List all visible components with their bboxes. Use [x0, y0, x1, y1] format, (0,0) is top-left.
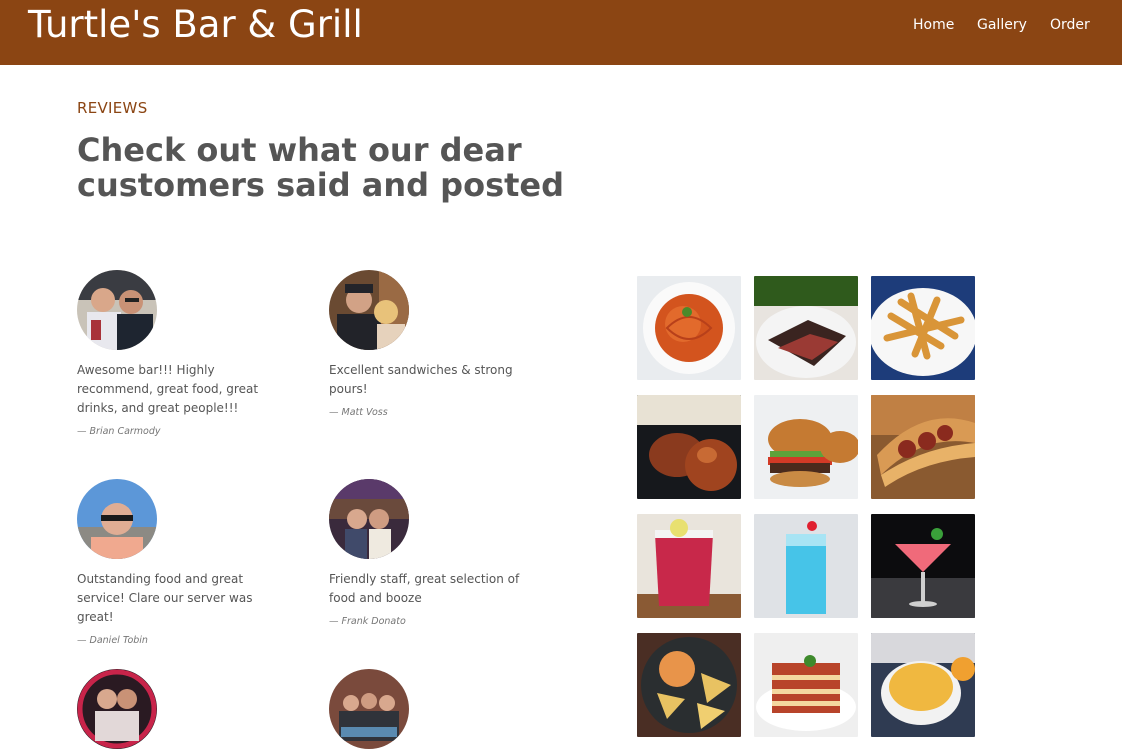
review-card: Excellent sandwiches & strong pours! — M…	[329, 270, 544, 418]
gallery-spaghetti-photo[interactable]	[637, 276, 741, 380]
nav-link-order[interactable]: Order	[1050, 17, 1090, 33]
review-card: Awesome bar!!! Highly recommend, great f…	[77, 270, 292, 437]
brand-logo-text[interactable]: Turtle's Bar & Grill	[28, 2, 363, 48]
review-text: Excellent sandwiches & strong pours!	[329, 363, 513, 396]
review-card	[329, 669, 544, 749]
reviewer-avatar	[329, 270, 409, 350]
reviewer-avatar	[77, 479, 157, 559]
top-navbar: Turtle's Bar & Grill Home Gallery Order	[0, 0, 1122, 65]
gallery-mac-and-cheese-photo[interactable]	[871, 633, 975, 737]
review-author: — Matt Voss	[329, 407, 388, 418]
reviewer-avatar	[77, 669, 157, 749]
review-text: Awesome bar!!! Highly recommend, great f…	[77, 363, 259, 415]
gallery-burger-photo[interactable]	[754, 395, 858, 499]
reviewer-avatar	[77, 270, 157, 350]
section-label: REVIEWS	[77, 99, 148, 117]
gallery-meatball-sub-photo[interactable]	[871, 395, 975, 499]
gallery-nachos-photo[interactable]	[637, 633, 741, 737]
review-author: — Daniel Tobin	[77, 635, 148, 646]
review-author: — Brian Carmody	[77, 426, 161, 437]
gallery-blue-drink-photo[interactable]	[754, 514, 858, 618]
gallery-martini-photo[interactable]	[871, 514, 975, 618]
review-author: — Frank Donato	[329, 616, 406, 627]
review-card: Outstanding food and great service! Clar…	[77, 479, 292, 646]
nav-link-gallery[interactable]: Gallery	[977, 17, 1027, 33]
gallery-lasagna-photo[interactable]	[754, 633, 858, 737]
gallery-red-cocktail-photo[interactable]	[637, 514, 741, 618]
nav-link-home[interactable]: Home	[913, 17, 954, 33]
gallery-fries-photo[interactable]	[871, 276, 975, 380]
review-card: Friendly staff, great selection of food …	[329, 479, 544, 627]
review-text: Outstanding food and great service! Clar…	[77, 572, 253, 624]
section-title: Check out what our dear customers said a…	[77, 131, 565, 204]
reviewer-avatar	[329, 669, 409, 749]
gallery-steak-photo[interactable]	[754, 276, 858, 380]
review-card	[77, 669, 292, 749]
gallery-chicken-photo[interactable]	[637, 395, 741, 499]
reviewer-avatar	[329, 479, 409, 559]
review-text: Friendly staff, great selection of food …	[329, 572, 520, 605]
